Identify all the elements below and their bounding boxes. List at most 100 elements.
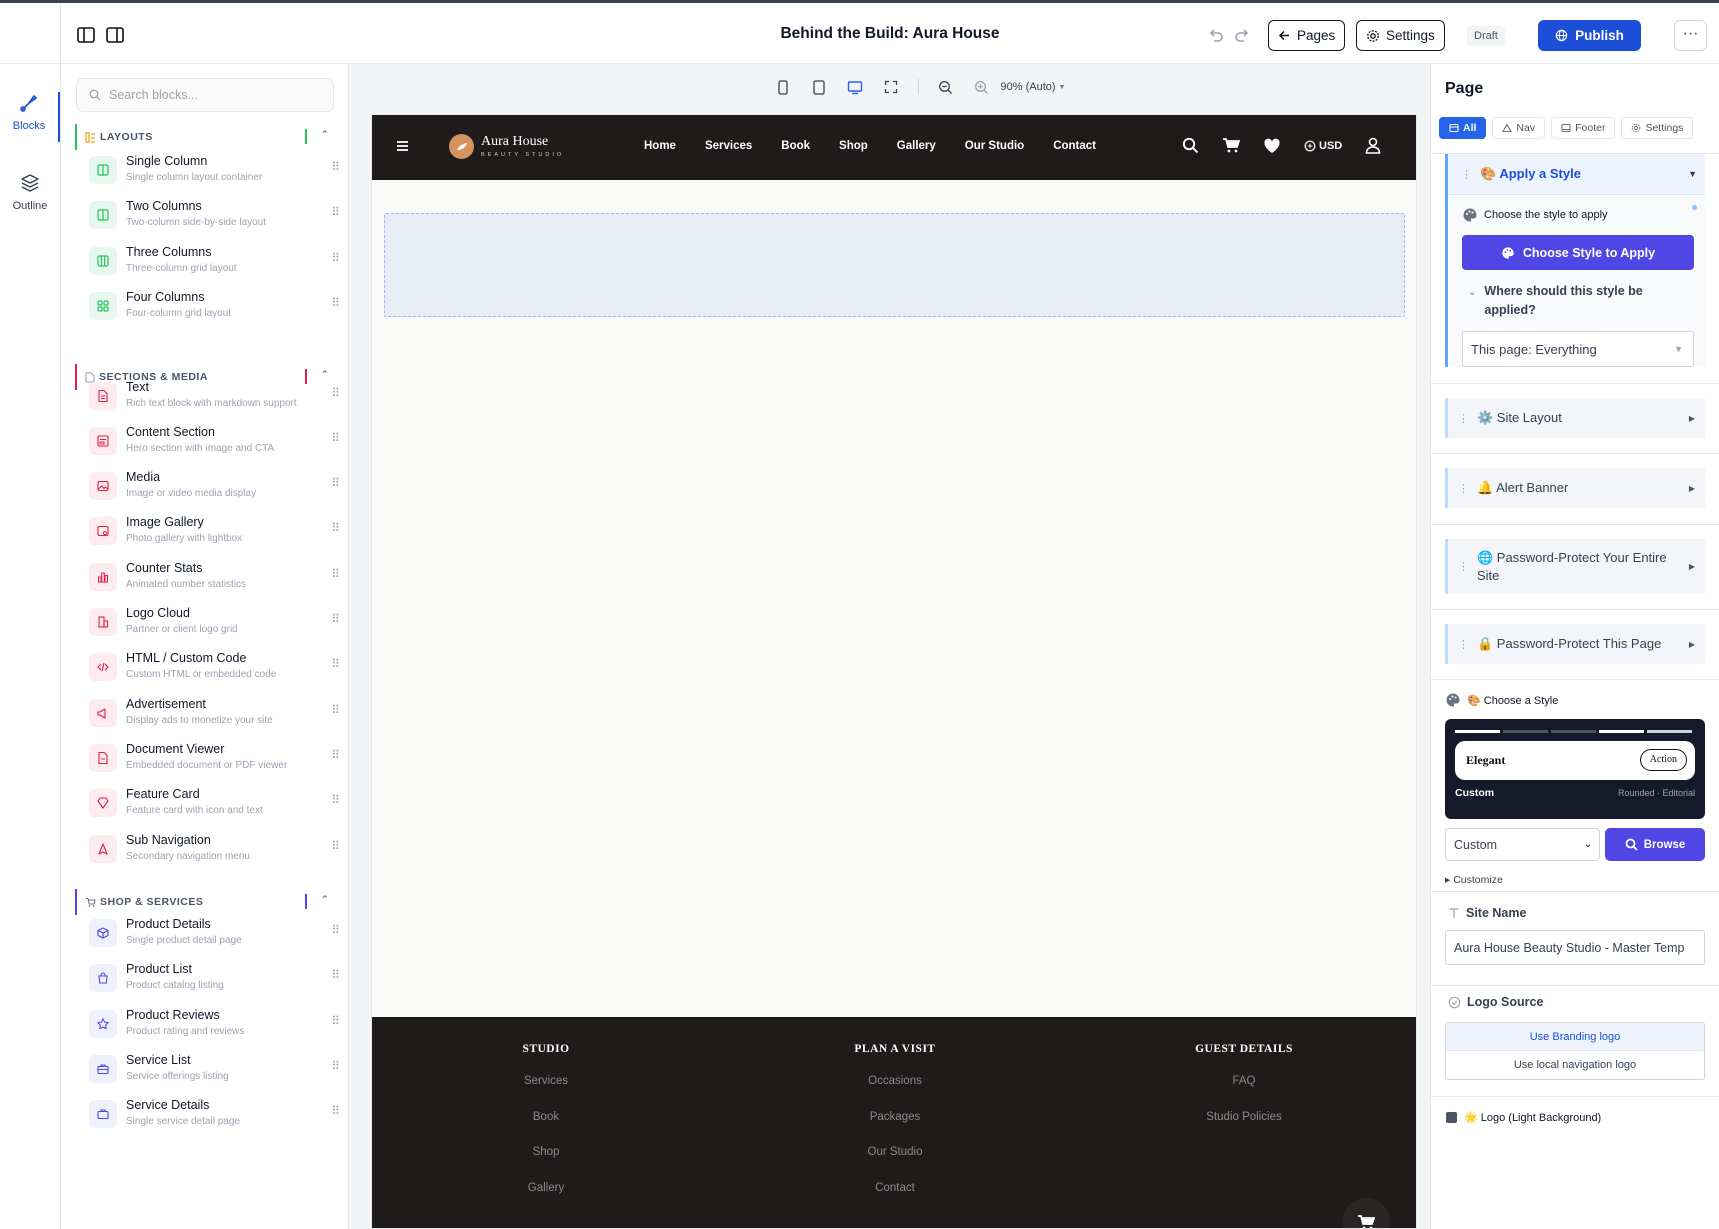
- style-select[interactable]: Custom ⌄: [1445, 828, 1600, 861]
- drag-handle-icon[interactable]: ⋮: [1458, 560, 1469, 573]
- drag-handle-icon[interactable]: ⠿: [331, 657, 340, 671]
- block-service-details[interactable]: Service Details Single service detail pag…: [85, 1090, 340, 1130]
- settings-button[interactable]: Settings: [1356, 20, 1445, 51]
- block-text-item[interactable]: Text Rich text block with markdown suppor…: [85, 372, 340, 412]
- footer-link[interactable]: Our Studio: [775, 1146, 1015, 1182]
- logo-option-branding[interactable]: Use Branding logo: [1446, 1023, 1704, 1051]
- zoom-in-icon[interactable]: [973, 78, 991, 96]
- footer-link[interactable]: Book: [426, 1111, 666, 1147]
- empty-drop-zone[interactable]: [384, 213, 1405, 317]
- filter-settings[interactable]: Settings: [1621, 117, 1694, 139]
- where-question-row[interactable]: ⌄ Where should this style be applied?: [1468, 282, 1688, 320]
- drag-handle-icon[interactable]: ⠿: [331, 296, 340, 310]
- toggle-right-panel-icon[interactable]: [105, 25, 125, 45]
- footer-link[interactable]: Occasions: [775, 1075, 1015, 1111]
- undo-icon[interactable]: [1207, 26, 1225, 44]
- drag-handle-icon[interactable]: ⠿: [331, 793, 340, 807]
- zoom-select[interactable]: 90% (Auto) ▼: [1001, 81, 1066, 93]
- drag-handle-icon[interactable]: ⠿: [331, 476, 340, 490]
- search-icon[interactable]: [1182, 137, 1199, 154]
- footer-link[interactable]: Shop: [426, 1146, 666, 1182]
- block-document-viewer[interactable]: Document Viewer Embedded document or PDF …: [85, 734, 340, 774]
- currency-selector[interactable]: USD: [1304, 140, 1342, 152]
- drag-handle-icon[interactable]: ⠿: [331, 1014, 340, 1028]
- footer-link[interactable]: FAQ: [1124, 1075, 1364, 1111]
- drag-handle-icon[interactable]: ⠿: [331, 1104, 340, 1118]
- site-logo[interactable]: Aura House BEAUTY STUDIO: [449, 134, 564, 159]
- nav-link-contact[interactable]: Contact: [1053, 140, 1096, 152]
- drag-handle-icon[interactable]: ⠿: [331, 567, 340, 581]
- drag-handle-icon[interactable]: ⠿: [331, 703, 340, 717]
- drag-handle-icon[interactable]: ⠿: [331, 251, 340, 265]
- chevron-up-icon[interactable]: ⌃: [321, 894, 329, 905]
- rail-outline[interactable]: Outline: [0, 172, 60, 218]
- toggle-left-panel-icon[interactable]: [76, 25, 96, 45]
- block-logo-cloud[interactable]: Logo Cloud Partner or client logo grid ⠿: [85, 598, 340, 638]
- choose-style-button[interactable]: Choose Style to Apply: [1462, 235, 1694, 270]
- mobile-view-icon[interactable]: [774, 78, 792, 96]
- section-password-protect-site[interactable]: ⋮ 🌐 Password-Protect Your Entire Site ▶: [1445, 539, 1705, 594]
- block-content-section[interactable]: Content Section Hero section with image a…: [85, 417, 340, 457]
- drag-handle-icon[interactable]: ⠿: [331, 160, 340, 174]
- filter-all[interactable]: All: [1439, 117, 1487, 139]
- filter-footer[interactable]: Footer: [1551, 117, 1616, 139]
- block-single-column[interactable]: Single Column Single column layout contai…: [85, 152, 340, 192]
- drag-handle-icon[interactable]: ⠿: [331, 839, 340, 853]
- block-image-gallery[interactable]: Image Gallery Photo gallery with lightbox…: [85, 507, 340, 547]
- nav-link-book[interactable]: Book: [781, 140, 810, 152]
- footer-link[interactable]: Contact: [775, 1182, 1015, 1218]
- block-service-list[interactable]: Service List Service offerings listing ⠿: [85, 1045, 340, 1085]
- filter-nav[interactable]: Nav: [1492, 117, 1546, 139]
- block-feature-card[interactable]: Feature Card Feature card with icon and t…: [85, 779, 340, 819]
- site-name-input[interactable]: Aura House Beauty Studio - Master Temp: [1445, 930, 1705, 965]
- drag-handle-icon[interactable]: ⋮: [1458, 638, 1469, 651]
- floating-cart-button[interactable]: [1342, 1198, 1390, 1228]
- nav-link-shop[interactable]: Shop: [839, 140, 868, 152]
- tablet-view-icon[interactable]: [810, 78, 828, 96]
- block-three-columns[interactable]: Three Columns Three-column grid layout ⠿: [85, 243, 340, 283]
- redo-icon[interactable]: [1233, 26, 1251, 44]
- apply-style-header[interactable]: ⋮ 🎨 Apply a Style ▼: [1448, 154, 1705, 195]
- search-input[interactable]: Search blocks...: [76, 78, 334, 112]
- drag-handle-icon[interactable]: ⋮: [1458, 412, 1469, 425]
- footer-link[interactable]: Services: [426, 1075, 666, 1111]
- rail-blocks[interactable]: Blocks: [0, 92, 60, 142]
- section-site-layout[interactable]: ⋮ ⚙️ Site Layout ▶: [1445, 398, 1705, 438]
- fullscreen-icon[interactable]: [882, 78, 900, 96]
- scope-select[interactable]: This page: Everything ▼: [1462, 331, 1694, 367]
- publish-button[interactable]: Publish: [1538, 20, 1641, 51]
- drag-handle-icon[interactable]: ⠿: [331, 205, 340, 219]
- browse-button[interactable]: Browse: [1605, 828, 1705, 861]
- block-counter-stats[interactable]: Counter Stats Animated number statistics ⠿: [85, 553, 340, 593]
- drag-handle-icon[interactable]: ⠿: [331, 521, 340, 535]
- drag-handle-icon[interactable]: ⋮: [1461, 168, 1472, 181]
- hamburger-icon[interactable]: [394, 138, 411, 154]
- block-two-columns[interactable]: Two Columns Two-column side-by-side layou…: [85, 197, 340, 237]
- block-sub-navigation[interactable]: Sub Navigation Secondary navigation menu ⠿: [85, 825, 340, 865]
- drag-handle-icon[interactable]: ⠿: [331, 968, 340, 982]
- nav-link-home[interactable]: Home: [644, 140, 676, 152]
- caret-down-icon[interactable]: ▼: [1688, 169, 1697, 179]
- block-html-custom-code[interactable]: HTML / Custom Code Custom HTML or embedde…: [85, 643, 340, 683]
- zoom-out-icon[interactable]: [937, 78, 955, 96]
- nav-link-gallery[interactable]: Gallery: [897, 140, 936, 152]
- block-media[interactable]: Media Image or video media display ⠿: [85, 462, 340, 502]
- style-preview-card[interactable]: Elegant Action Custom Rounded · Editoria…: [1445, 719, 1705, 819]
- drag-handle-icon[interactable]: ⠿: [331, 748, 340, 762]
- block-product-details[interactable]: Product Details Single product detail pag…: [85, 909, 340, 949]
- drag-handle-icon[interactable]: ⠿: [331, 431, 340, 445]
- section-header-layouts[interactable]: LAYOUTS ⌃: [75, 124, 335, 150]
- block-four-columns[interactable]: Four Columns Four-column grid layout ⠿: [85, 288, 340, 328]
- cart-icon[interactable]: [1222, 137, 1240, 154]
- section-password-protect-page[interactable]: ⋮ 🔒 Password-Protect This Page ▶: [1445, 624, 1705, 664]
- nav-link-services[interactable]: Services: [705, 140, 752, 152]
- block-product-list[interactable]: Product List Product catalog listing ⠿: [85, 954, 340, 994]
- footer-link[interactable]: Packages: [775, 1111, 1015, 1147]
- block-advertisement[interactable]: Advertisement Display ads to monetize you…: [85, 689, 340, 729]
- drag-handle-icon[interactable]: ⠿: [331, 1059, 340, 1073]
- chevron-up-icon[interactable]: ⌃: [321, 129, 329, 140]
- footer-link[interactable]: Gallery: [426, 1182, 666, 1218]
- nav-link-our-studio[interactable]: Our Studio: [965, 140, 1024, 152]
- more-menu-button[interactable]: ···: [1674, 20, 1707, 51]
- drag-handle-icon[interactable]: ⋮: [1458, 482, 1469, 495]
